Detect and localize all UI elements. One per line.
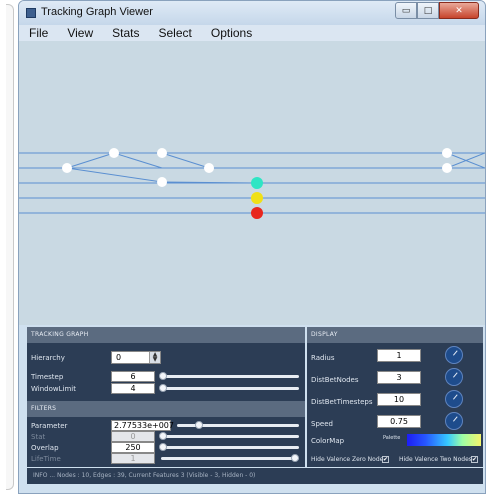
feature-node-yellow[interactable] bbox=[251, 192, 263, 204]
overlap-slider[interactable] bbox=[161, 446, 299, 449]
menu-select[interactable]: Select bbox=[149, 25, 201, 41]
stat-slider bbox=[161, 435, 299, 438]
distbettimesteps-dial-icon[interactable] bbox=[445, 390, 463, 408]
speed-label: Speed bbox=[311, 420, 333, 428]
graph-node[interactable] bbox=[62, 163, 72, 173]
radius-dial-icon[interactable] bbox=[445, 346, 463, 364]
lifetime-label: LifeTime bbox=[31, 455, 61, 463]
menu-bar: File View Stats Select Options bbox=[19, 25, 485, 41]
overlap-label: Overlap bbox=[31, 444, 59, 452]
radius-label: Radius bbox=[311, 354, 335, 362]
colormap-gradient[interactable] bbox=[407, 434, 481, 446]
left-control-panel: TRACKING GRAPH Hierarchy 0 ▲ ▼ Timestep 6… bbox=[27, 327, 305, 467]
tracking-graph-header: TRACKING GRAPH bbox=[27, 327, 305, 343]
app-window: Tracking Graph Viewer ▭ □ ✕ File View St… bbox=[18, 0, 486, 494]
hierarchy-spinbox[interactable]: 0 ▲ ▼ bbox=[111, 351, 161, 364]
display-header: DISPLAY bbox=[307, 327, 483, 343]
lifetime-slider bbox=[161, 457, 299, 460]
windowlimit-slider-handle[interactable] bbox=[159, 384, 167, 392]
colormap-name: Palette bbox=[383, 435, 401, 441]
app-icon bbox=[26, 8, 36, 18]
overlap-slider-handle[interactable] bbox=[159, 443, 167, 451]
window-bottom-edge bbox=[19, 484, 485, 493]
windowlimit-slider[interactable] bbox=[161, 387, 299, 390]
parameter-slider-handle[interactable] bbox=[195, 421, 203, 429]
speed-field[interactable]: 0.75 bbox=[377, 415, 421, 428]
graph-node[interactable] bbox=[157, 148, 167, 158]
feature-node-red[interactable] bbox=[251, 207, 263, 219]
stat-field: 0 bbox=[111, 431, 155, 442]
speed-dial-icon[interactable] bbox=[445, 412, 463, 430]
window-controls: ▭ □ ✕ bbox=[395, 2, 479, 19]
distbetnodes-label: DistBetNodes bbox=[311, 376, 359, 384]
lifetime-slider-handle bbox=[291, 454, 299, 462]
graph-canvas[interactable] bbox=[19, 41, 485, 325]
graph-edge bbox=[66, 167, 163, 183]
graph-node[interactable] bbox=[157, 177, 167, 187]
title-bar: Tracking Graph Viewer ▭ □ ✕ bbox=[19, 1, 485, 25]
hierarchy-value: 0 bbox=[116, 353, 122, 362]
windowlimit-label: WindowLimit bbox=[31, 385, 76, 393]
lifetime-field: 1 bbox=[111, 453, 155, 464]
status-bar: INFO ... Nodes : 10, Edges : 39, Current… bbox=[27, 468, 483, 484]
overlap-field[interactable]: 250 bbox=[111, 442, 155, 453]
hide-two-label: Hide Valence Two Nodes bbox=[399, 456, 472, 463]
hide-zero-label: Hide Valence Zero Nodes bbox=[311, 456, 387, 463]
graph-node[interactable] bbox=[109, 148, 119, 158]
window-title: Tracking Graph Viewer bbox=[41, 6, 153, 18]
distbettimesteps-field[interactable]: 10 bbox=[377, 393, 421, 406]
graph-edge bbox=[161, 152, 210, 169]
stat-slider-handle bbox=[159, 432, 167, 440]
timestep-label: Timestep bbox=[31, 373, 64, 381]
feature-node-cyan[interactable] bbox=[251, 177, 263, 189]
display-panel: DISPLAY Radius 1 DistBetNodes 3 DistBetT… bbox=[307, 327, 483, 467]
close-button[interactable]: ✕ bbox=[439, 2, 479, 19]
background-window-edge bbox=[0, 0, 16, 494]
radius-field[interactable]: 1 bbox=[377, 349, 421, 362]
menu-file[interactable]: File bbox=[19, 25, 57, 41]
timestep-slider[interactable] bbox=[161, 375, 299, 378]
windowlimit-field[interactable]: 4 bbox=[111, 383, 155, 394]
graph-edge bbox=[113, 152, 163, 169]
hierarchy-label: Hierarchy bbox=[31, 354, 65, 362]
menu-view[interactable]: View bbox=[57, 25, 102, 41]
timestep-slider-handle[interactable] bbox=[159, 372, 167, 380]
distbettimesteps-label: DistBetTimesteps bbox=[311, 398, 373, 406]
distbetnodes-dial-icon[interactable] bbox=[445, 368, 463, 386]
maximize-button[interactable]: □ bbox=[417, 2, 439, 19]
menu-stats[interactable]: Stats bbox=[102, 25, 148, 41]
stat-label: Stat bbox=[31, 433, 46, 441]
spin-arrows-icon[interactable]: ▲ ▼ bbox=[149, 352, 160, 363]
graph-edge bbox=[66, 152, 115, 169]
distbetnodes-field[interactable]: 3 bbox=[377, 371, 421, 384]
timestep-field[interactable]: 6 bbox=[111, 371, 155, 382]
colormap-label: ColorMap bbox=[311, 437, 345, 445]
parameter-label: Parameter bbox=[31, 422, 68, 430]
parameter-field[interactable]: 2.77533e+007 bbox=[111, 420, 174, 431]
hide-zero-checkbox[interactable]: ✔ bbox=[382, 456, 389, 463]
tracking-graph-svg[interactable] bbox=[19, 41, 485, 325]
minimize-button[interactable]: ▭ bbox=[395, 2, 417, 19]
filters-header: FILTERS bbox=[27, 401, 305, 417]
graph-node[interactable] bbox=[442, 148, 452, 158]
graph-node[interactable] bbox=[442, 163, 452, 173]
graph-node[interactable] bbox=[204, 163, 214, 173]
hide-two-checkbox[interactable]: ✔ bbox=[471, 456, 478, 463]
menu-options[interactable]: Options bbox=[201, 25, 261, 41]
